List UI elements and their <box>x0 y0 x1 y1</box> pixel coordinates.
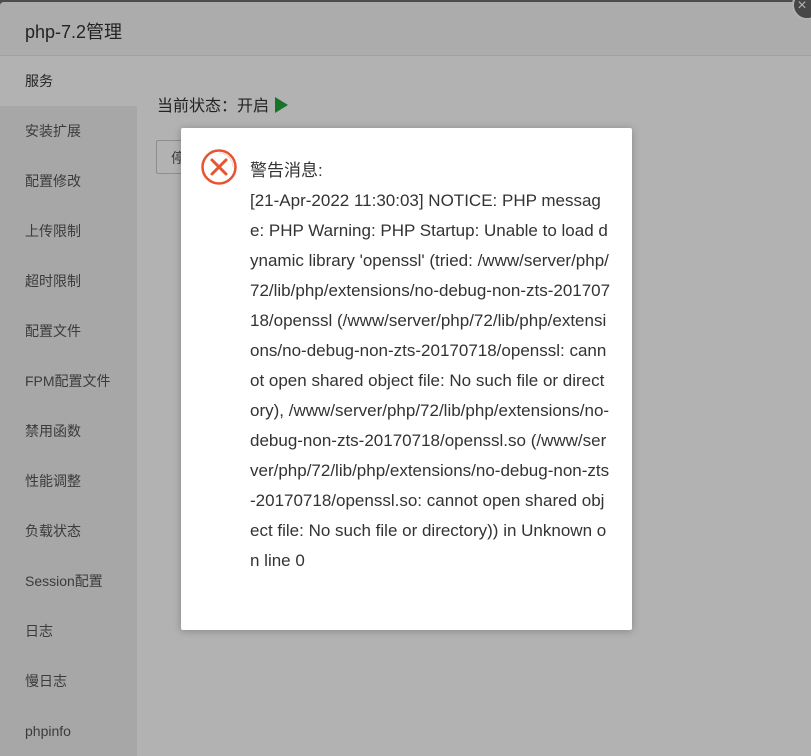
error-circle-icon <box>201 149 237 185</box>
warning-dialog: 警告消息: [21-Apr-2022 11:30:03] NOTICE: PHP… <box>181 128 632 630</box>
dialog-message: [21-Apr-2022 11:30:03] NOTICE: PHP messa… <box>250 191 611 570</box>
dialog-message-block: 警告消息: [21-Apr-2022 11:30:03] NOTICE: PHP… <box>250 156 612 576</box>
dialog-heading: 警告消息: <box>250 161 323 180</box>
